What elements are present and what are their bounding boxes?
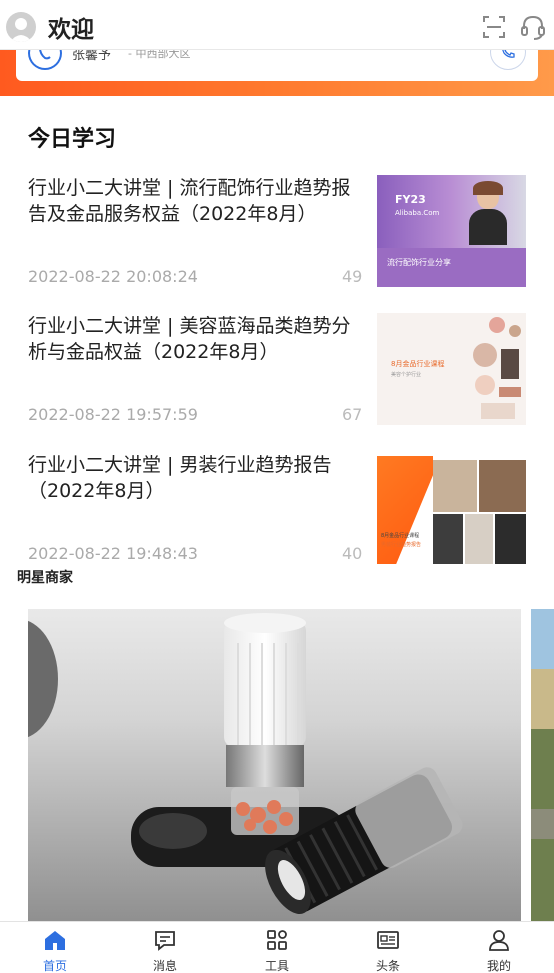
article-thumbnail: 8月金品行业课程 美容个护行业 xyxy=(377,313,526,425)
article-thumbnail: 8月金品行业课程 男装行业趋势报告 xyxy=(377,452,526,564)
thumb-subtitle: 美容个护行业 xyxy=(391,372,422,378)
article-title: 行业小二大讲堂 | 男装行业趋势报告（2022年8月） xyxy=(28,454,332,502)
tab-label: 头条 xyxy=(375,959,400,973)
tab-home[interactable]: 首页 xyxy=(0,922,110,973)
message-icon xyxy=(155,931,175,951)
page-title: 欢迎 xyxy=(48,17,94,43)
tab-headlines[interactable]: 头条 xyxy=(333,922,443,973)
thumb-sub: Alibaba.Com xyxy=(395,209,440,217)
thumb-caption: 流行配饰行业分享 xyxy=(387,258,451,267)
thumb-subtitle: 男装行业趋势报告 xyxy=(381,542,422,548)
news-icon xyxy=(377,931,399,949)
thumb-cosmetics-photo xyxy=(469,313,526,425)
customer-service-icon[interactable] xyxy=(518,12,548,42)
article-item[interactable]: 行业小二大讲堂 | 美容蓝海品类趋势分析与金品权益（2022年8月） 2022-… xyxy=(28,313,526,425)
article-date: 2022-08-22 19:48:43 xyxy=(28,544,198,563)
avatar-icon[interactable] xyxy=(6,12,36,42)
article-title: 行业小二大讲堂 | 美容蓝海品类趋势分析与金品权益（2022年8月） xyxy=(28,315,351,363)
article-thumbnail: FY23 Alibaba.Com 流行配饰行业分享 xyxy=(377,175,526,287)
thumb-model-photo xyxy=(465,181,511,245)
article-view-count: 40 xyxy=(342,544,363,563)
star-merchant-product-image[interactable] xyxy=(28,609,521,923)
thumb-brand: FY23 xyxy=(395,193,426,206)
scan-icon[interactable] xyxy=(480,13,508,41)
article-title: 行业小二大讲堂 | 流行配饰行业趋势报告及金品服务权益（2022年8月） xyxy=(28,177,351,225)
tab-label: 首页 xyxy=(42,959,67,973)
section-title-star-merchants: 明星商家 xyxy=(17,570,73,586)
top-header: 欢迎 xyxy=(0,0,554,50)
article-item[interactable]: 行业小二大讲堂 | 流行配饰行业趋势报告及金品服务权益（2022年8月） 202… xyxy=(28,175,526,287)
thumb-menswear-photo xyxy=(433,460,526,564)
next-product-image[interactable] xyxy=(531,609,554,923)
thumb-title: 8月金品行业课程 xyxy=(381,533,420,539)
tab-label: 工具 xyxy=(264,959,289,973)
bottom-tab-bar: 首页 消息 工具 头条 我的 xyxy=(0,921,554,973)
article-date: 2022-08-22 20:08:24 xyxy=(28,267,198,286)
article-item[interactable]: 行业小二大讲堂 | 男装行业趋势报告（2022年8月） 2022-08-22 1… xyxy=(28,452,526,564)
tab-messages[interactable]: 消息 xyxy=(110,922,220,973)
landscape-photo xyxy=(531,609,554,923)
thumb-title: 8月金品行业课程 xyxy=(391,360,445,368)
article-date: 2022-08-22 19:57:59 xyxy=(28,405,198,424)
article-view-count: 67 xyxy=(342,405,363,424)
app-screen: 张馨予 - 中西部大区 欢迎 今日学习 行业小二大讲堂 | 流行配饰行业趋势报告… xyxy=(0,0,554,973)
tools-icon xyxy=(267,930,287,950)
article-view-count: 49 xyxy=(342,267,363,286)
tab-profile[interactable]: 我的 xyxy=(444,922,554,973)
tab-tools[interactable]: 工具 xyxy=(222,922,332,973)
profile-icon xyxy=(489,930,509,951)
section-title-study: 今日学习 xyxy=(28,127,117,152)
home-icon xyxy=(45,931,65,950)
tab-label: 消息 xyxy=(152,959,177,973)
pepper-grinder-photo xyxy=(28,609,521,923)
tab-label: 我的 xyxy=(486,959,511,973)
